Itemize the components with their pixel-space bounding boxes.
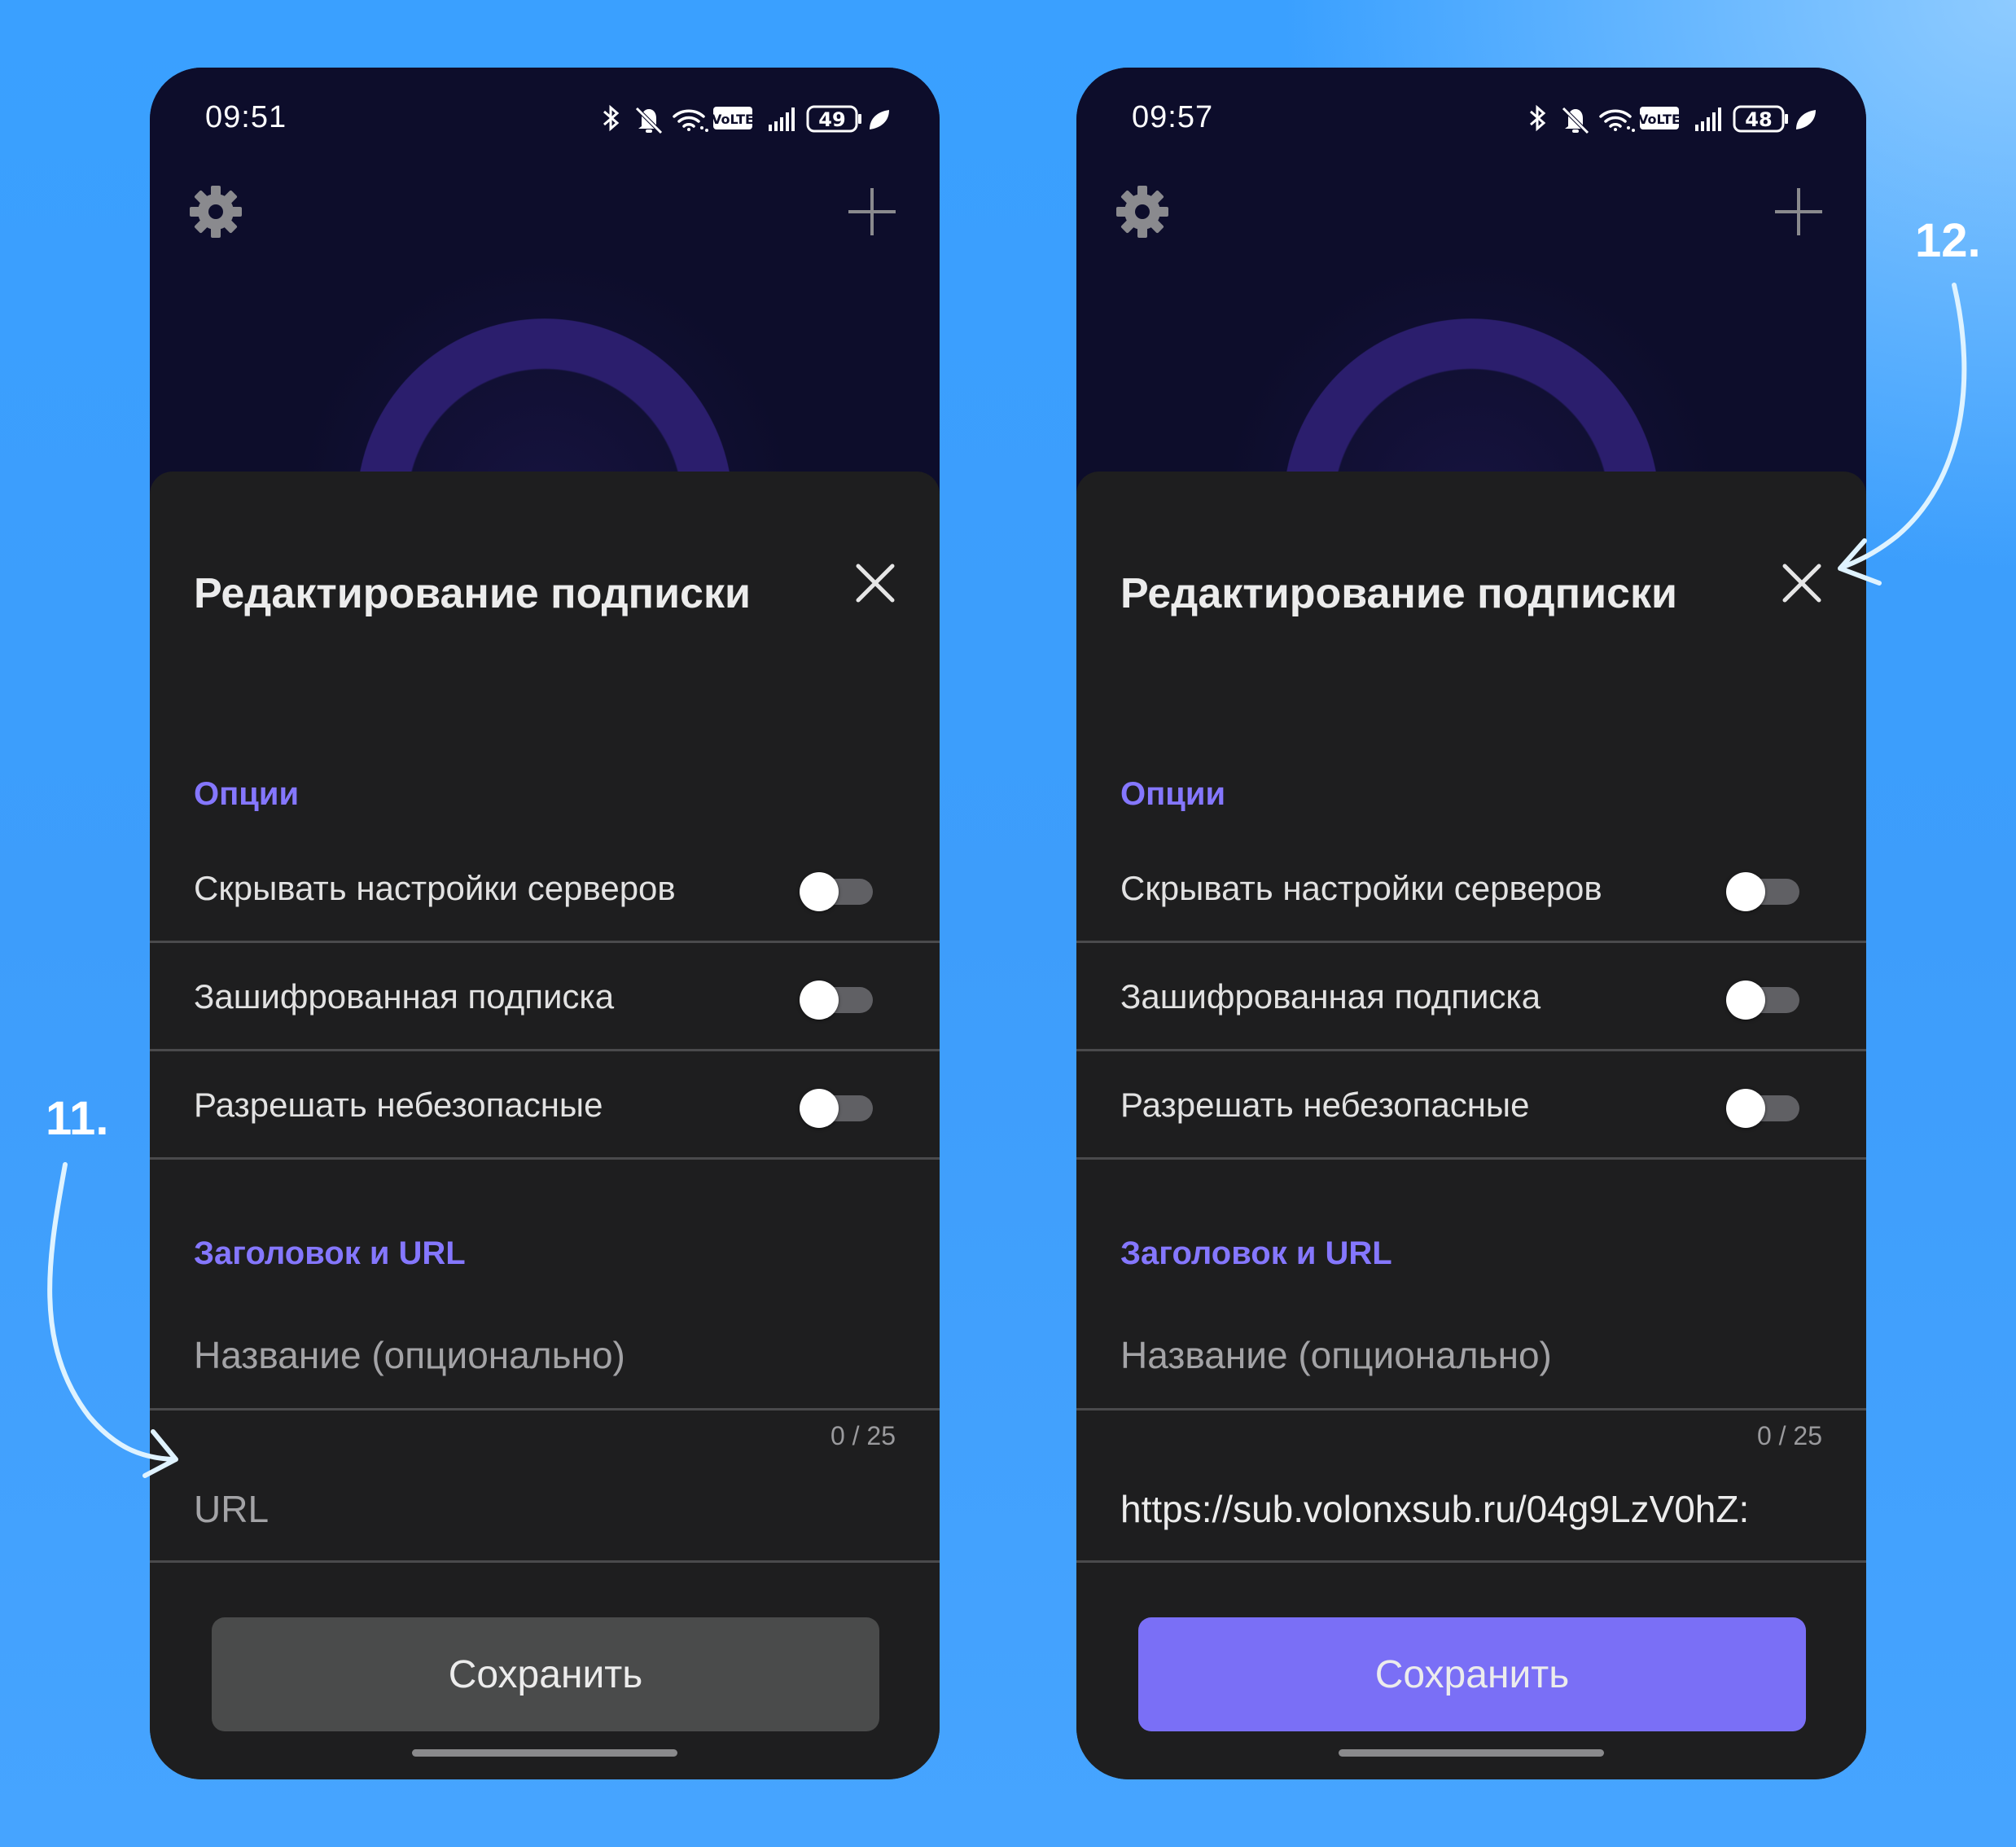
title-url-heading: Заголовок и URL [1120,1235,1392,1271]
svg-text:49: 49 [818,108,845,131]
options-heading: Опции [1120,776,1226,812]
encrypted-subscription-toggle[interactable] [800,981,873,1020]
gear-icon[interactable] [1114,183,1171,240]
option-label: Скрывать настройки серверов [194,869,676,907]
leaf-icon [870,110,889,129]
step-11-label: 11. [46,1092,109,1145]
options-heading: Опции [194,776,300,812]
edit-subscription-sheet: Редактирование подписки Опции Скрывать н… [150,472,940,1779]
option-row-encrypted-subscription: Зашифрованная подписка [1076,943,1866,1051]
allow-insecure-toggle[interactable] [800,1089,873,1128]
volte-icon: VoLTE [712,107,754,129]
allow-insecure-toggle[interactable] [1726,1089,1799,1128]
status-bar: 09:57 VoLTE 48 [1076,68,1866,173]
app-header: 09:51 VoLTE 49 [150,68,940,524]
step-12-label: 12. [1915,214,1981,267]
title-url-heading: Заголовок и URL [194,1235,466,1271]
step-11-arrow-icon [47,1162,178,1478]
url-field[interactable]: URL [150,1410,940,1563]
svg-text:VoLTE: VoLTE [712,112,754,127]
url-field-value: https://sub.volonxsub.ru/04g9LzV0hZ: [1120,1488,1750,1530]
close-icon[interactable] [1773,555,1830,612]
svg-text:48: 48 [1745,108,1772,131]
battery-icon: 49 [806,105,861,133]
svg-text:VoLTE: VoLTE [1638,112,1681,127]
home-indicator[interactable] [412,1749,677,1757]
option-label: Зашифрованная подписка [194,977,615,1016]
status-bar: 09:51 VoLTE 49 [150,68,940,173]
toggle-thumb [1726,1089,1765,1128]
bluetooth-icon [1530,104,1546,132]
name-field-placeholder: Название (опционально) [1120,1334,1552,1376]
sheet-title: Редактирование подписки [1120,570,1677,617]
step-12-arrow-icon [1838,283,1967,586]
option-row-allow-insecure: Разрешать небезопасные [1076,1051,1866,1160]
signal-icon [769,107,795,131]
name-field[interactable]: Название (опционально) [1076,1286,1866,1410]
status-time: 09:57 [1132,100,1214,134]
option-row-allow-insecure: Разрешать небезопасные [150,1051,940,1160]
option-label: Зашифрованная подписка [1120,977,1541,1016]
option-label: Скрывать настройки серверов [1120,869,1602,907]
option-label: Разрешать небезопасные [194,1086,603,1124]
edit-subscription-sheet: Редактирование подписки Опции Скрывать н… [1076,472,1866,1779]
toggle-thumb [800,981,839,1020]
option-label: Разрешать небезопасные [1120,1086,1530,1124]
toggle-thumb [800,1089,839,1128]
toggle-thumb [1726,981,1765,1020]
hide-server-settings-toggle[interactable] [800,872,873,911]
toggle-thumb [1726,872,1765,911]
save-button[interactable]: Сохранить [1138,1617,1806,1731]
sheet-title: Редактирование подписки [194,570,751,617]
name-field-placeholder: Название (опционально) [194,1334,625,1376]
battery-icon: 48 [1733,105,1788,133]
phone-screen-after: 09:57 VoLTE 48 Редактирование подписки О… [1076,68,1866,1779]
close-icon[interactable] [847,555,904,612]
url-field-placeholder: URL [194,1488,270,1530]
volte-icon: VoLTE [1638,107,1681,129]
signal-icon [1695,107,1721,131]
option-row-hide-server-settings: Скрывать настройки серверов [1076,835,1866,943]
option-row-hide-server-settings: Скрывать настройки серверов [150,835,940,943]
save-button[interactable]: Сохранить [212,1617,879,1731]
wifi-icon [1599,109,1635,132]
status-icons: VoLTE 48 [1526,102,1819,134]
wifi-icon [673,109,708,132]
name-field[interactable]: Название (опционально) [150,1286,940,1410]
app-header: 09:57 VoLTE 48 [1076,68,1866,524]
plus-icon[interactable] [1770,183,1827,240]
hide-server-settings-toggle[interactable] [1726,872,1799,911]
leaf-icon [1796,110,1816,129]
option-row-encrypted-subscription: Зашифрованная подписка [150,943,940,1051]
toggle-thumb [800,872,839,911]
phone-screen-before: 09:51 VoLTE 49 Редактирование подписки О… [150,68,940,1779]
home-indicator[interactable] [1339,1749,1604,1757]
plus-icon[interactable] [844,183,901,240]
encrypted-subscription-toggle[interactable] [1726,981,1799,1020]
url-field[interactable]: https://sub.volonxsub.ru/04g9LzV0hZ: [1076,1410,1866,1563]
gear-icon[interactable] [187,183,244,240]
bluetooth-icon [603,104,620,132]
bell-muted-icon [635,107,663,134]
status-time: 09:51 [205,100,287,134]
bell-muted-icon [1562,107,1589,134]
status-icons: VoLTE 49 [599,102,892,134]
